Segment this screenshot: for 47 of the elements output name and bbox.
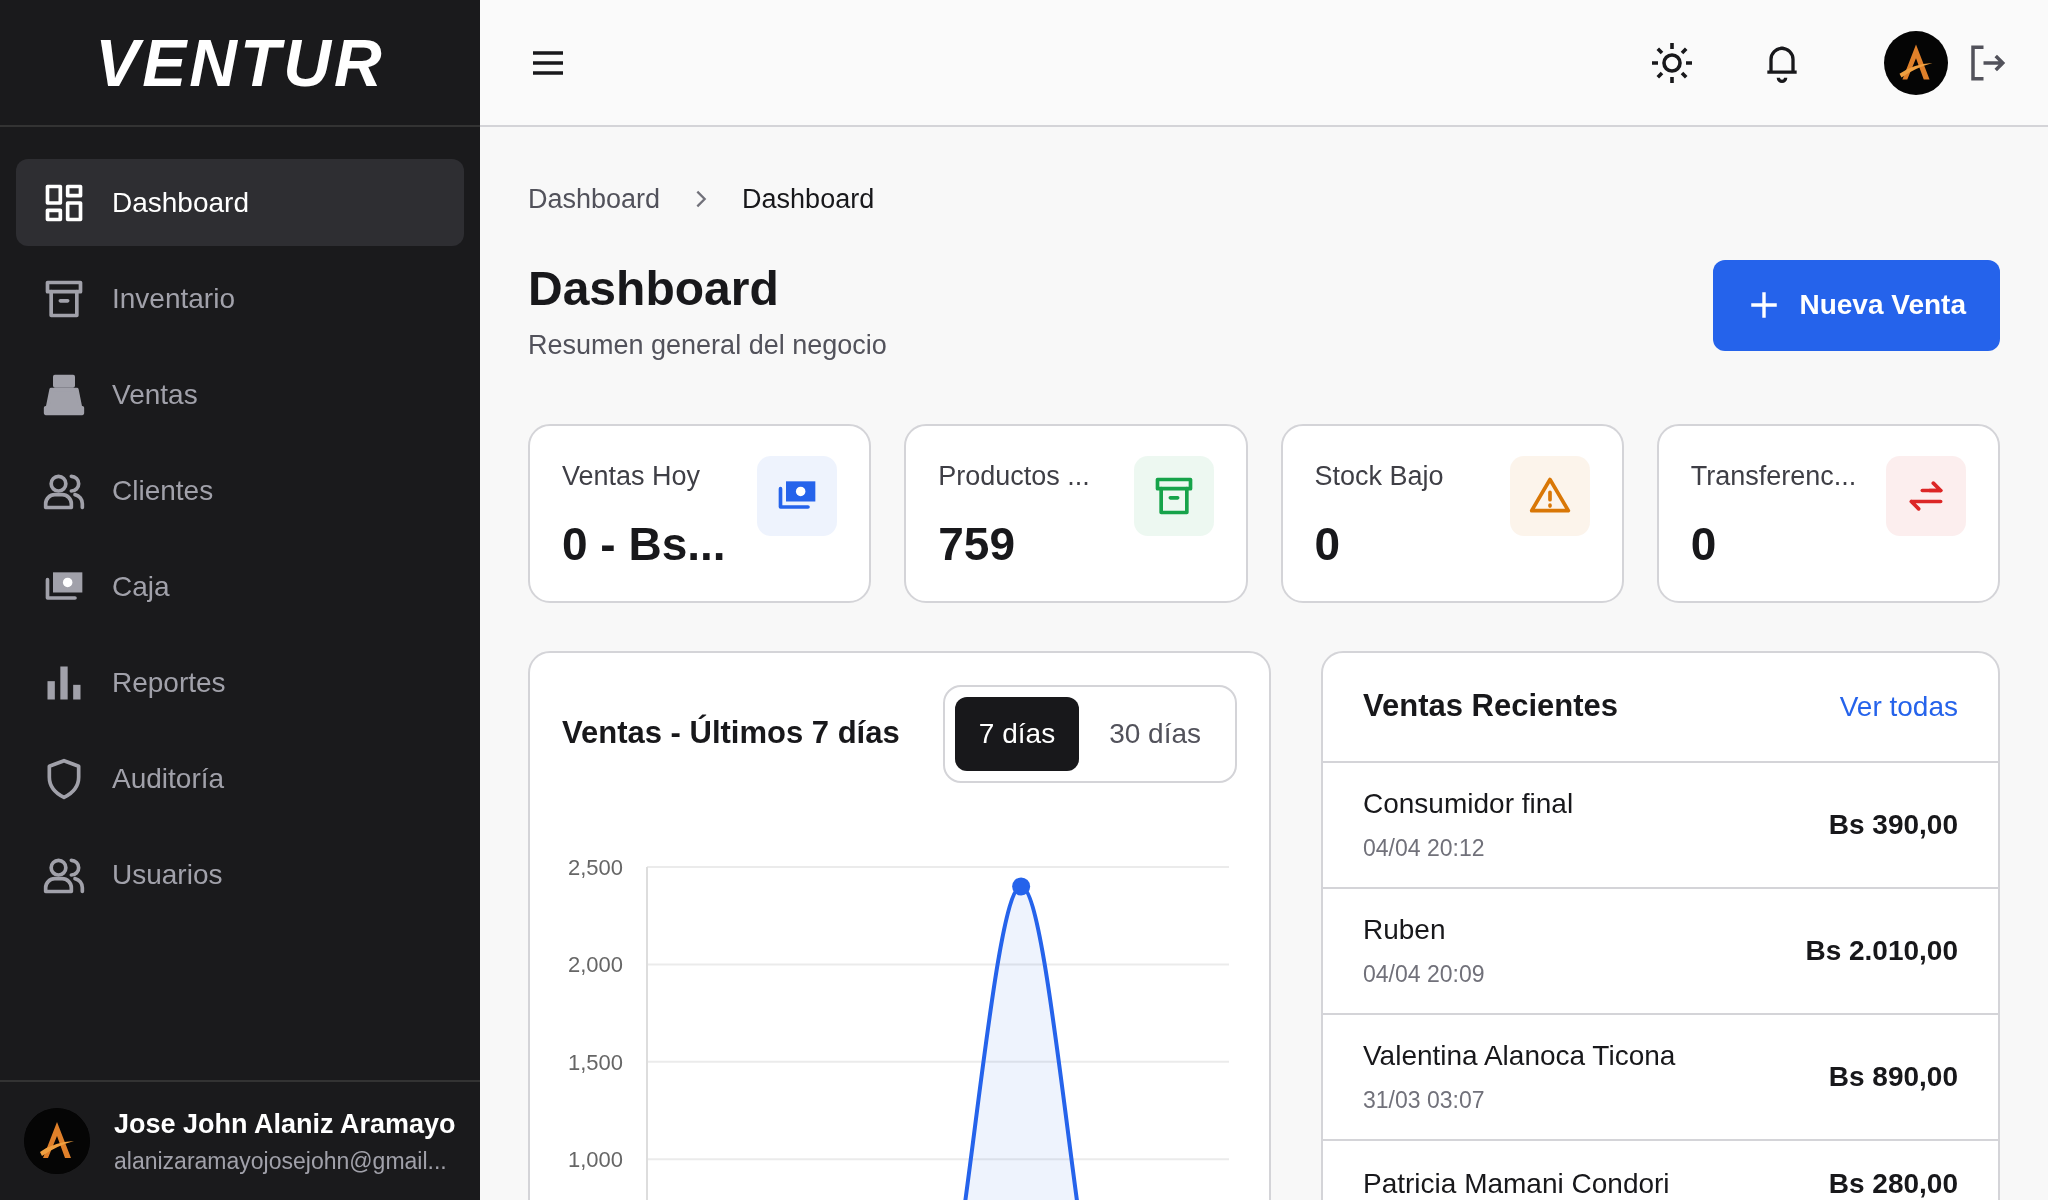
customer-name: Consumidor final [1363, 787, 1574, 822]
sale-amount: Bs 890,00 [1828, 1059, 1958, 1094]
stat-label: Ventas Hoy [562, 459, 702, 493]
sidebar-item[interactable]: Ventas [16, 351, 464, 438]
stat-value: 0 [1690, 517, 1718, 573]
y-tick-label: 2,000 [567, 952, 623, 977]
sidebar-item[interactable]: Inventario [16, 255, 464, 342]
cash-register-icon [42, 372, 86, 417]
avatar-logo-icon[interactable] [1884, 30, 1948, 95]
y-tick-label: 2,500 [567, 854, 623, 880]
breadcrumb-current: Dashboard [742, 183, 875, 216]
logo: VENTUR [95, 29, 385, 96]
customer-name: Patricia Mamani Condori [1363, 1166, 1670, 1200]
customer-name: Ruben [1363, 913, 1447, 948]
stat-label: Productos ... [938, 459, 1090, 493]
sale-amount: Bs 390,00 [1828, 807, 1958, 842]
range-tab[interactable]: 7 días [954, 696, 1080, 771]
user-email: alanizaramayojosejohn@gmail... [114, 1147, 448, 1176]
new-sale-button[interactable]: Nueva Venta [1713, 259, 2000, 351]
section-title: Ventas Recientes [1363, 687, 1619, 726]
stat-label: Transferenc... [1690, 459, 1857, 493]
sidebar-item[interactable]: Dashboard [16, 159, 464, 246]
chart-title: Ventas - Últimos 7 días [562, 713, 900, 753]
stat-value: 0 - Bs... [562, 517, 726, 573]
sale-amount: Bs 280,00 [1828, 1166, 1958, 1200]
sale-date: 31/03 03:07 [1363, 1086, 1486, 1116]
range-tab[interactable]: 30 días [1085, 696, 1225, 771]
sale-date: 04/04 20:12 [1363, 834, 1486, 864]
user-name: Jose John Alaniz Aramayo [114, 1107, 456, 1141]
stat-value: 0 [1314, 517, 1342, 573]
sidebar-item[interactable]: Caja [16, 543, 464, 630]
sale-date: 04/04 20:09 [1363, 960, 1485, 990]
sidebar-item[interactable]: Usuarios [16, 831, 464, 918]
view-all-link[interactable]: Ver todas [1839, 685, 1958, 728]
sale-amount: Bs 2.010,00 [1805, 933, 1958, 968]
sidebar-item[interactable]: Auditoría [16, 735, 464, 822]
breadcrumb-link[interactable]: Dashboard [528, 179, 661, 220]
data-point [1012, 877, 1031, 896]
page-title: Dashboard [528, 260, 780, 317]
stat-label: Stock Bajo [1314, 459, 1444, 493]
stat-value: 759 [938, 517, 1016, 573]
y-tick-label: 1,000 [567, 1146, 623, 1172]
page-subtitle: Resumen general del negocio [528, 329, 887, 363]
y-tick-label: 1,500 [567, 1049, 623, 1075]
customer-name: Valentina Alanoca Ticona [1363, 1039, 1676, 1074]
sidebar-item[interactable]: Reportes [16, 639, 464, 726]
sidebar-item[interactable]: Clientes [16, 447, 464, 534]
